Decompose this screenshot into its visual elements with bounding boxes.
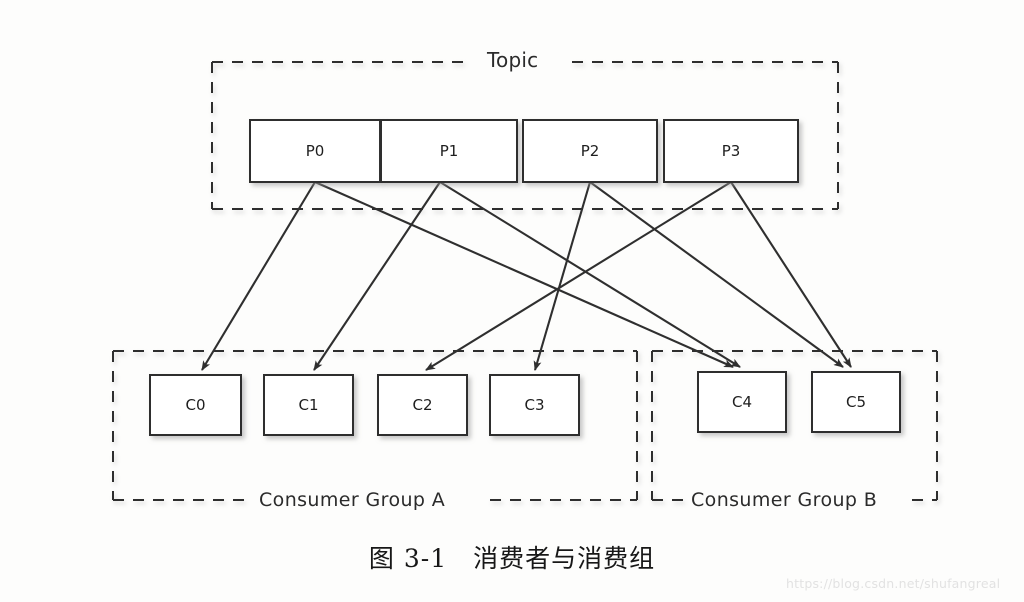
partition-label-p2: P2 bbox=[580, 142, 600, 160]
figure-canvas: Topic P0 P1 P2 P3 C0 C1 C2 C3 C4 C5 Cons… bbox=[0, 0, 1024, 602]
consumer-label-c1: C1 bbox=[298, 396, 319, 414]
watermark-text: https://blog.csdn.net/shufangreal bbox=[786, 576, 1001, 591]
consumer-label-c5: C5 bbox=[845, 393, 867, 411]
consumer-label-c3: C3 bbox=[524, 396, 545, 414]
figure-caption: 图 3-1 消费者与消费组 bbox=[368, 544, 656, 573]
partition-label-p3: P3 bbox=[721, 142, 741, 160]
group-a-label: Consumer Group A bbox=[259, 489, 446, 511]
topic-label: Topic bbox=[487, 48, 539, 72]
partition-label-p1: P1 bbox=[439, 142, 459, 160]
consumer-label-c0: C0 bbox=[185, 396, 206, 414]
partition-label-p0: P0 bbox=[305, 142, 325, 160]
group-b-label: Consumer Group B bbox=[691, 489, 878, 511]
edges-layer bbox=[201, 181, 852, 371]
edge-p2-c3 bbox=[533, 181, 592, 371]
consumer-label-c2: C2 bbox=[412, 396, 433, 414]
consumer-label-c4: C4 bbox=[731, 393, 753, 411]
diagram-svg bbox=[112, 61, 938, 501]
edge-p3-c2 bbox=[425, 181, 732, 371]
edge-p0-c0 bbox=[201, 181, 316, 371]
